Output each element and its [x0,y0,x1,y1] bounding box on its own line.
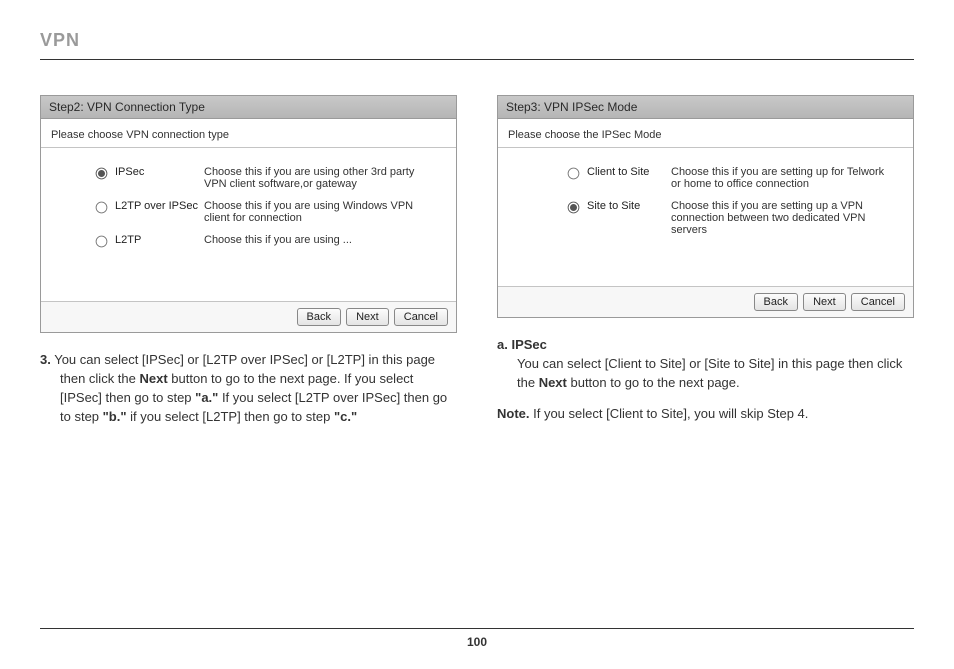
step2-panel: Step2: VPN Connection Type Please choose… [40,95,457,333]
option-label: IPSec [109,166,204,178]
page-footer: 100 [40,628,914,649]
step3-panel: Step3: VPN IPSec Mode Please choose the … [497,95,914,318]
subsection-heading: a. IPSec [497,337,547,352]
step3-body: Client to Site Choose this if you are se… [498,148,913,286]
step-number: 3. [40,352,51,367]
next-button[interactable]: Next [803,293,846,311]
option-row-site-to-site: Site to Site Choose this if you are sett… [512,200,899,236]
option-desc: Choose this if you are setting up a VPN … [671,200,899,236]
text-bold: "a." [195,390,218,405]
cancel-button[interactable]: Cancel [851,293,905,311]
note-label: Note. [497,406,530,421]
radio-site-to-site[interactable] [568,202,580,214]
left-body-text: 3. You can select [IPSec] or [L2TP over … [40,351,457,426]
radio-l2tp-over-ipsec[interactable] [96,202,108,214]
step2-body: IPSec Choose this if you are using other… [41,148,456,301]
back-button[interactable]: Back [297,308,341,326]
text-bold: Next [140,371,168,386]
page-title: VPN [40,30,914,51]
next-button[interactable]: Next [346,308,389,326]
option-desc: Choose this if you are using other 3rd p… [204,166,442,190]
option-label: Client to Site [581,166,671,178]
radio-l2tp[interactable] [96,236,108,248]
header-divider [40,59,914,60]
option-label: L2TP over IPSec [109,200,204,212]
two-column-layout: Step2: VPN Connection Type Please choose… [40,95,914,438]
step3-footer: Back Next Cancel [498,286,913,317]
option-row-client-to-site: Client to Site Choose this if you are se… [512,166,899,190]
option-label: Site to Site [581,200,671,212]
text-bold: "b." [103,409,127,424]
option-row-l2tp: L2TP Choose this if you are using ... [55,234,442,251]
radio-client-to-site[interactable] [568,168,580,180]
step3-title: Step3: VPN IPSec Mode [498,96,913,119]
right-body-text: a. IPSec You can select [Client to Site]… [497,336,914,423]
step2-footer: Back Next Cancel [41,301,456,332]
text-bold: "c." [334,409,357,424]
option-desc: Choose this if you are using Windows VPN… [204,200,442,224]
page-number: 100 [40,635,914,649]
option-label: L2TP [109,234,204,246]
text: if you select [L2TP] then go to step [127,409,334,424]
option-row-l2tp-ipsec: L2TP over IPSec Choose this if you are u… [55,200,442,224]
option-desc: Choose this if you are setting up for Te… [671,166,899,190]
step2-subtitle: Please choose VPN connection type [41,119,456,148]
left-column: Step2: VPN Connection Type Please choose… [40,95,457,438]
option-desc: Choose this if you are using ... [204,234,442,246]
step3-subtitle: Please choose the IPSec Mode [498,119,913,148]
back-button[interactable]: Back [754,293,798,311]
text: button to go to the next page. [567,375,740,390]
right-column: Step3: VPN IPSec Mode Please choose the … [497,95,914,438]
text-bold: Next [539,375,567,390]
step2-title: Step2: VPN Connection Type [41,96,456,119]
footer-divider [40,628,914,629]
cancel-button[interactable]: Cancel [394,308,448,326]
note-text: If you select [Client to Site], you will… [530,406,809,421]
radio-ipsec[interactable] [96,168,108,180]
option-row-ipsec: IPSec Choose this if you are using other… [55,166,442,190]
